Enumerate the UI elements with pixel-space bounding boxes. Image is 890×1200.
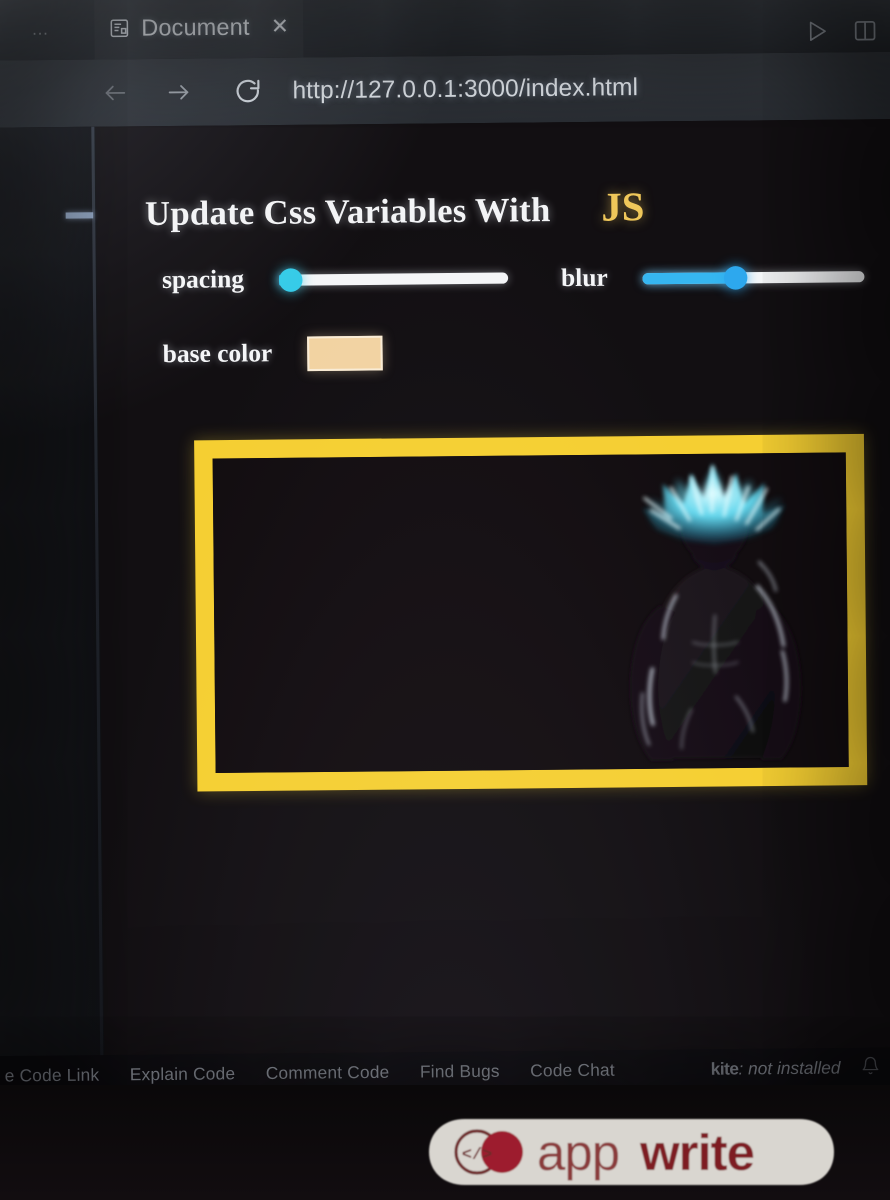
svg-text:write: write (639, 1124, 754, 1181)
spacing-label: spacing (161, 265, 245, 295)
editor-tab-document[interactable]: Document ✕ (94, 0, 303, 60)
play-triangle-icon[interactable] (803, 18, 830, 45)
status-item-explain-code[interactable]: Explain Code (130, 1064, 236, 1085)
control-row-spacing: spacing (162, 263, 508, 295)
appwrite-sticker: </> app write (425, 1113, 838, 1191)
editor-gutter (0, 126, 105, 1077)
slider-track (278, 272, 508, 286)
tab-title: Document (141, 12, 250, 41)
blur-slider[interactable] (642, 265, 865, 290)
blur-label: blur (560, 264, 608, 293)
control-row-blur: blur (560, 262, 865, 293)
status-item-code-link[interactable]: e Code Link (5, 1065, 100, 1086)
bell-icon[interactable] (861, 1056, 881, 1081)
status-bar-right: kite: not installed (711, 1056, 881, 1082)
browser-preview-toolbar: http://127.0.0.1:3000/index.html (0, 51, 890, 128)
kite-label: kite (710, 1059, 739, 1079)
monitor-screen: … Document ✕ http://127.0.0.1:3000/index… (0, 0, 890, 1116)
controls-panel: spacing blur base color (0, 241, 890, 372)
split-pane-icon[interactable] (852, 17, 879, 44)
status-item-comment-code[interactable]: Comment Code (266, 1063, 390, 1085)
url-text[interactable]: http://127.0.0.1:3000/index.html (292, 74, 638, 106)
svg-text:app: app (537, 1124, 619, 1181)
framed-preview-image[interactable] (194, 433, 868, 792)
preview-artwork (212, 452, 849, 774)
status-item-code-chat[interactable]: Code Chat (530, 1060, 615, 1081)
document-file-icon (109, 17, 131, 39)
back-arrow-icon[interactable] (93, 70, 138, 115)
page-title-main: Update Css Variables With (144, 191, 551, 234)
editor-tab-bar: … Document ✕ (0, 0, 890, 61)
gutter-highlight-mark (65, 212, 94, 219)
forward-arrow-icon[interactable] (156, 70, 201, 115)
anime-character-illustration (630, 462, 802, 761)
base-color-label: base color (162, 339, 273, 369)
page-title-accent: JS (601, 183, 645, 230)
status-item-find-bugs[interactable]: Find Bugs (420, 1061, 500, 1082)
editor-top-actions (803, 17, 879, 44)
rendered-page: Update Css Variables With JS spacing blu… (0, 119, 890, 1077)
kite-state: : not installed (738, 1058, 841, 1079)
slider-thumb[interactable] (723, 266, 748, 290)
status-bar-actions: e Code Link Explain Code Comment Code Fi… (5, 1060, 615, 1086)
photograph-of-screen: … Document ✕ http://127.0.0.1:3000/index… (0, 0, 890, 1200)
page-title: Update Css Variables With JS (145, 183, 645, 236)
kite-status[interactable]: kite: not installed (711, 1058, 841, 1080)
slider-fill (642, 272, 736, 285)
slider-thumb[interactable] (278, 268, 303, 292)
control-row-base-color: base color (162, 335, 383, 373)
reload-icon[interactable] (225, 69, 270, 114)
close-icon[interactable]: ✕ (271, 13, 289, 39)
svg-text:</>: </> (462, 1146, 493, 1165)
base-color-swatch[interactable] (306, 335, 383, 372)
overflow-menu-icon[interactable]: … (31, 19, 52, 40)
spacing-slider[interactable] (278, 266, 508, 292)
